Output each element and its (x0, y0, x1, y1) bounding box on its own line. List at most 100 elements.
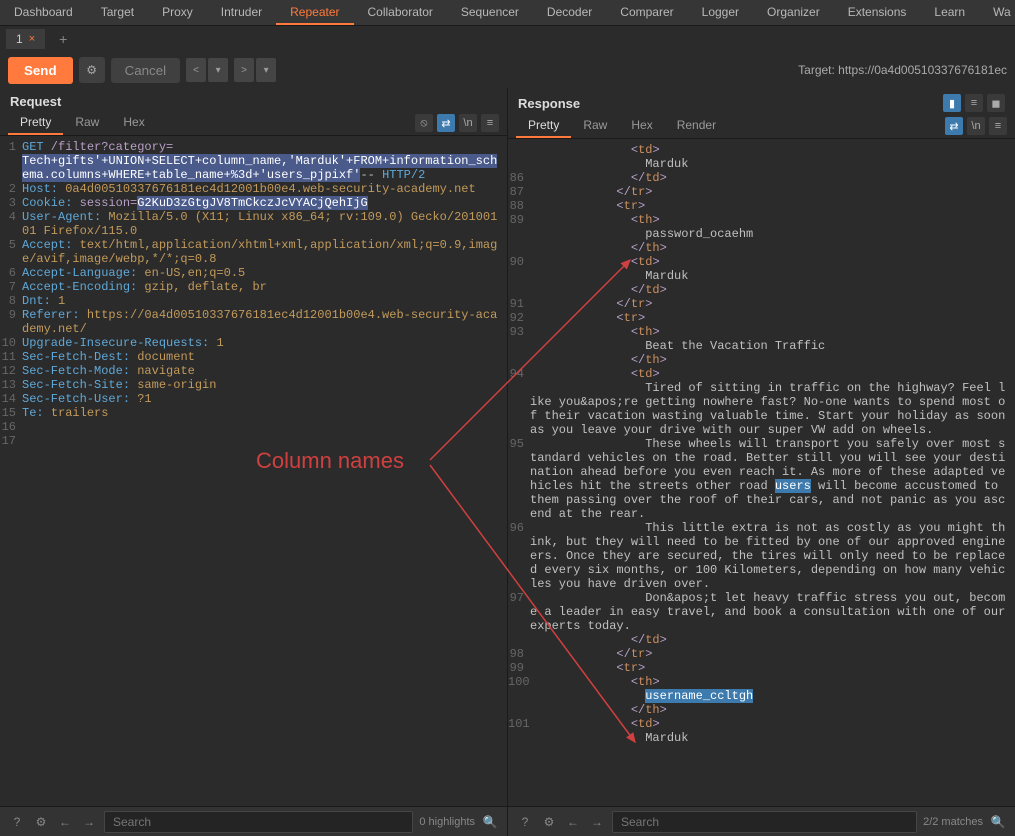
code-line[interactable]: Marduk (508, 731, 1015, 745)
code-line[interactable]: 1GET /filter?category=Tech+gifts'+UNION+… (0, 140, 507, 182)
newline-icon[interactable]: \n (459, 114, 477, 132)
code-line[interactable]: 12Sec-Fetch-Mode: navigate (0, 364, 507, 378)
history-forward-button[interactable]: > (234, 58, 254, 82)
arrow-right-icon[interactable]: → (80, 813, 98, 831)
repeater-tab-1[interactable]: 1 × (6, 29, 45, 49)
code-line[interactable]: 3Cookie: session=G2KuD3zGtgJV8TmCkczJcVY… (0, 196, 507, 210)
code-line[interactable]: 99 <tr> (508, 661, 1015, 675)
code-line[interactable]: 100 <th> (508, 675, 1015, 689)
top-tab-sequencer[interactable]: Sequencer (447, 0, 533, 25)
view-tab-pretty[interactable]: Pretty (8, 111, 63, 135)
code-line[interactable]: 4User-Agent: Mozilla/5.0 (X11; Linux x86… (0, 210, 507, 238)
layout-top-icon[interactable]: ▮ (943, 94, 961, 112)
code-line[interactable]: </th> (508, 241, 1015, 255)
view-tab-raw[interactable]: Raw (571, 114, 619, 138)
search-icon[interactable]: 🔍 (481, 813, 499, 831)
response-editor[interactable]: <td> Marduk86 </td>87 </tr>88 <tr>89 <th… (508, 139, 1015, 806)
request-editor[interactable]: 1GET /filter?category=Tech+gifts'+UNION+… (0, 136, 507, 806)
code-line[interactable]: 8Dnt: 1 (0, 294, 507, 308)
help-icon[interactable]: ? (516, 813, 534, 831)
top-tab-target[interactable]: Target (87, 0, 148, 25)
top-tab-dashboard[interactable]: Dashboard (0, 0, 87, 25)
code-line[interactable]: </td> (508, 633, 1015, 647)
code-line[interactable]: 10Upgrade-Insecure-Requests: 1 (0, 336, 507, 350)
settings-gear-icon[interactable]: ⚙ (79, 57, 105, 83)
top-tab-collaborator[interactable]: Collaborator (354, 0, 447, 25)
arrow-left-icon[interactable]: ← (564, 813, 582, 831)
view-tab-hex[interactable]: Hex (619, 114, 664, 138)
top-tab-repeater[interactable]: Repeater (276, 0, 353, 25)
top-tab-comparer[interactable]: Comparer (606, 0, 687, 25)
code-line[interactable]: 2Host: 0a4d00510337676181ec4d12001b00e4.… (0, 182, 507, 196)
code-line[interactable]: 88 <tr> (508, 199, 1015, 213)
layout-full-icon[interactable]: ◼ (987, 94, 1005, 112)
code-line[interactable]: 89 <th> (508, 213, 1015, 227)
history-back-button[interactable]: < (186, 58, 206, 82)
history-dropdown-fwd-button[interactable]: ▾ (256, 58, 276, 82)
code-line[interactable]: password_ocaehm (508, 227, 1015, 241)
top-tab-wa[interactable]: Wa (979, 0, 1015, 25)
search-icon[interactable]: 🔍 (989, 813, 1007, 831)
code-line[interactable]: 92 <tr> (508, 311, 1015, 325)
view-tab-pretty[interactable]: Pretty (516, 114, 571, 138)
code-line[interactable]: Tired of sitting in traffic on the highw… (508, 381, 1015, 437)
options-icon[interactable]: ≡ (481, 114, 499, 132)
gear-icon[interactable]: ⚙ (540, 813, 558, 831)
code-line[interactable]: 96 This little extra is not as costly as… (508, 521, 1015, 591)
code-line[interactable]: 15Te: trailers (0, 406, 507, 420)
code-line[interactable]: 9Referer: https://0a4d00510337676181ec4d… (0, 308, 507, 336)
close-icon[interactable]: × (29, 33, 35, 45)
cancel-button[interactable]: Cancel (111, 58, 181, 83)
hide-icon[interactable]: ⦸ (415, 114, 433, 132)
code-line[interactable]: 93 <th> (508, 325, 1015, 339)
code-line[interactable]: 87 </tr> (508, 185, 1015, 199)
code-line[interactable]: </th> (508, 353, 1015, 367)
add-tab-button[interactable]: + (49, 28, 77, 50)
top-tab-learn[interactable]: Learn (920, 0, 979, 25)
options-icon[interactable]: ≡ (989, 117, 1007, 135)
code-line[interactable]: 86 </td> (508, 171, 1015, 185)
top-tab-logger[interactable]: Logger (688, 0, 753, 25)
send-button[interactable]: Send (8, 57, 73, 84)
code-line[interactable]: </td> (508, 283, 1015, 297)
view-tab-raw[interactable]: Raw (63, 111, 111, 135)
code-line[interactable]: Marduk (508, 157, 1015, 171)
history-dropdown-button[interactable]: ▾ (208, 58, 228, 82)
code-line[interactable]: username_ccltgh (508, 689, 1015, 703)
top-tab-extensions[interactable]: Extensions (834, 0, 921, 25)
code-line[interactable]: Beat the Vacation Traffic (508, 339, 1015, 353)
code-line[interactable]: 16 (0, 420, 507, 434)
code-line[interactable]: Marduk (508, 269, 1015, 283)
code-line[interactable]: 17 (0, 434, 507, 448)
code-line[interactable]: 101 <td> (508, 717, 1015, 731)
code-line[interactable]: 7Accept-Encoding: gzip, deflate, br (0, 280, 507, 294)
code-line[interactable]: 95 These wheels will transport you safel… (508, 437, 1015, 521)
code-line[interactable]: 94 <td> (508, 367, 1015, 381)
response-search-input[interactable] (612, 811, 917, 833)
top-tab-proxy[interactable]: Proxy (148, 0, 207, 25)
code-line[interactable]: 97 Don&apos;t let heavy traffic stress y… (508, 591, 1015, 633)
code-line[interactable]: 6Accept-Language: en-US,en;q=0.5 (0, 266, 507, 280)
code-line[interactable]: 13Sec-Fetch-Site: same-origin (0, 378, 507, 392)
toggle-icon[interactable]: ⇄ (437, 114, 455, 132)
code-line[interactable]: 11Sec-Fetch-Dest: document (0, 350, 507, 364)
layout-mid-icon[interactable]: ≡ (965, 94, 983, 112)
help-icon[interactable]: ? (8, 813, 26, 831)
code-line[interactable]: </th> (508, 703, 1015, 717)
arrow-right-icon[interactable]: → (588, 813, 606, 831)
top-tab-organizer[interactable]: Organizer (753, 0, 834, 25)
code-line[interactable]: 90 <td> (508, 255, 1015, 269)
gear-icon[interactable]: ⚙ (32, 813, 50, 831)
code-line[interactable]: 91 </tr> (508, 297, 1015, 311)
view-tab-hex[interactable]: Hex (111, 111, 156, 135)
top-tab-decoder[interactable]: Decoder (533, 0, 606, 25)
arrow-left-icon[interactable]: ← (56, 813, 74, 831)
code-line[interactable]: <td> (508, 143, 1015, 157)
target-label[interactable]: Target: https://0a4d00510337676181ec (798, 63, 1007, 77)
code-line[interactable]: 98 </tr> (508, 647, 1015, 661)
code-line[interactable]: 5Accept: text/html,application/xhtml+xml… (0, 238, 507, 266)
request-search-input[interactable] (104, 811, 413, 833)
view-tab-render[interactable]: Render (665, 114, 728, 138)
code-line[interactable]: 14Sec-Fetch-User: ?1 (0, 392, 507, 406)
top-tab-intruder[interactable]: Intruder (207, 0, 276, 25)
